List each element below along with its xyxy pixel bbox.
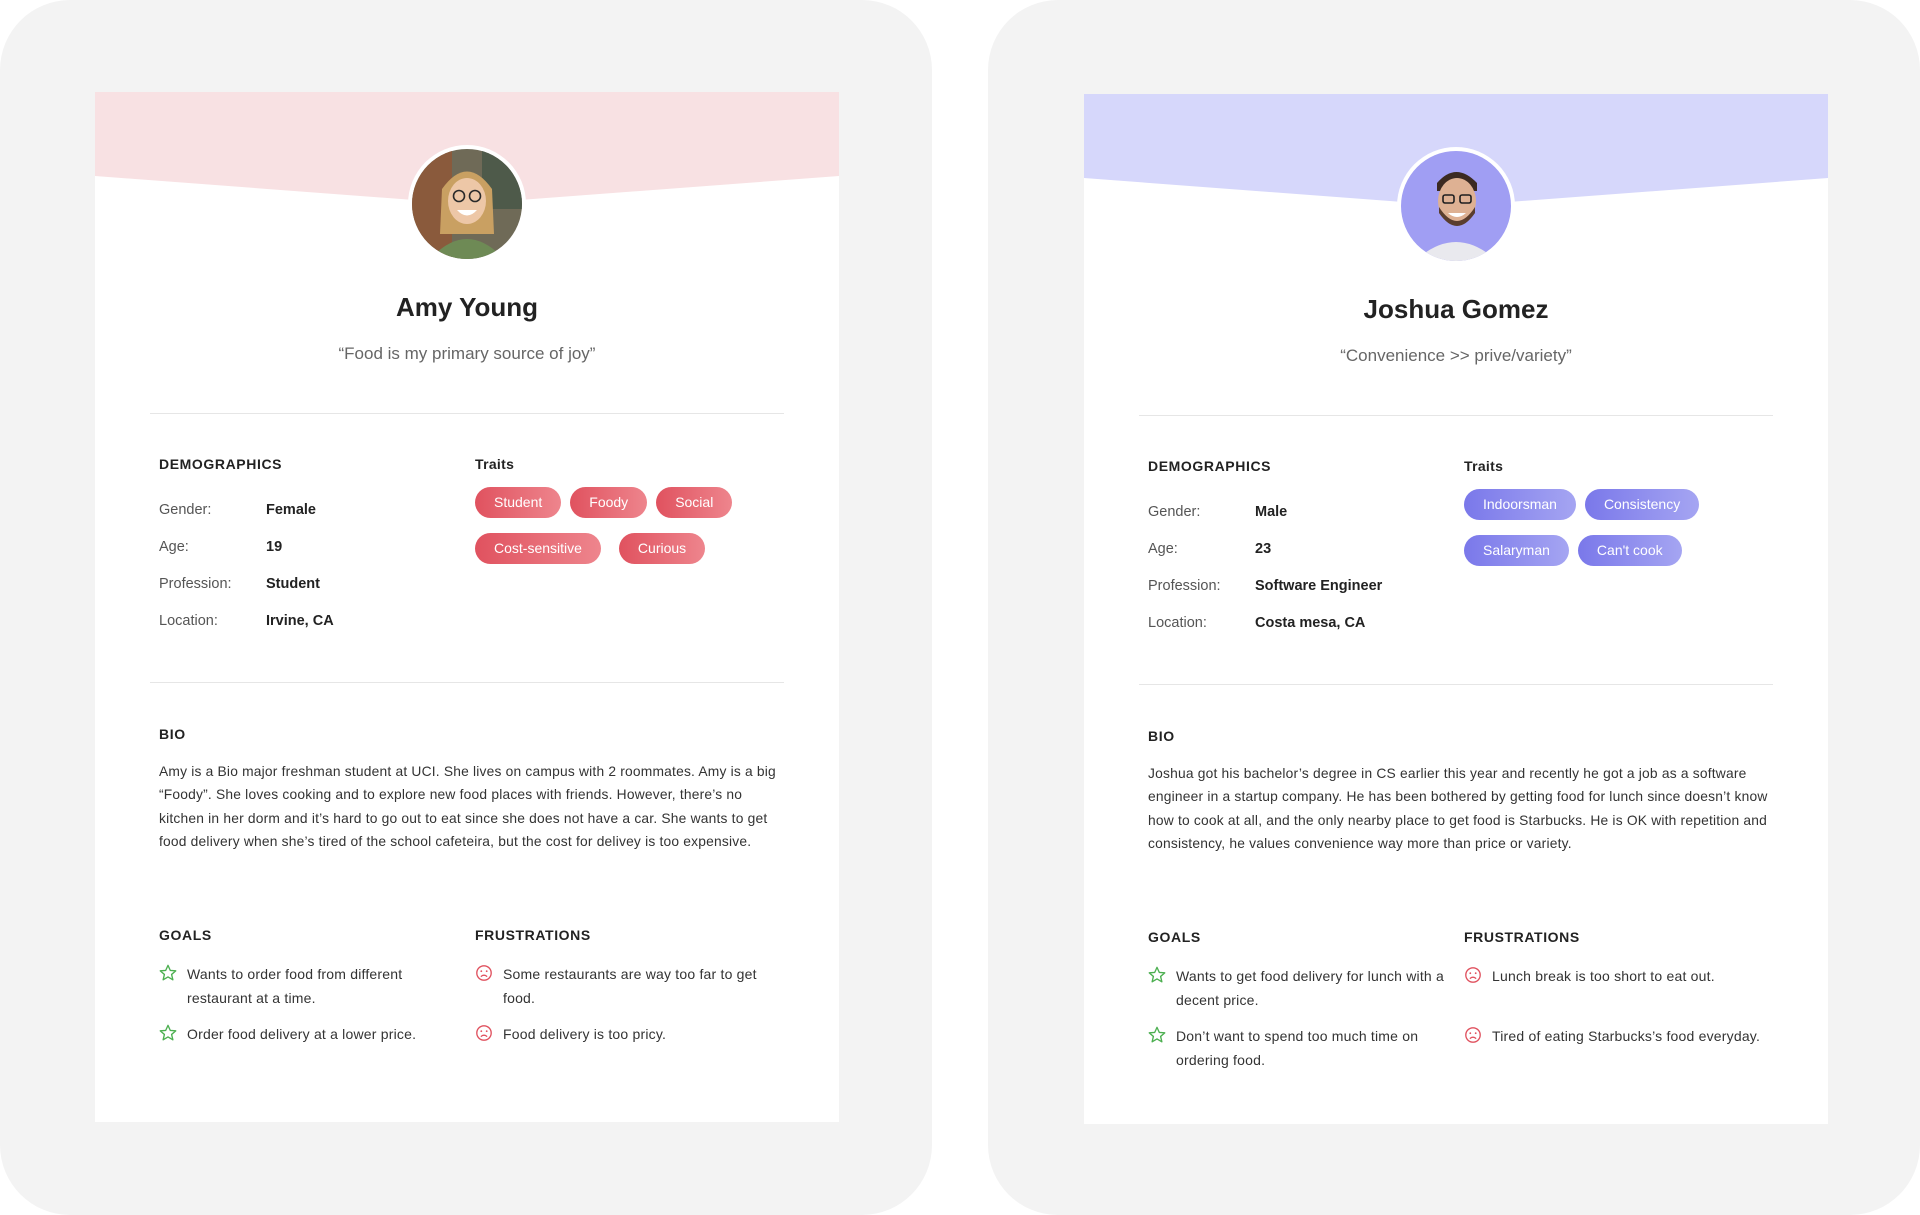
demographic-label: Profession: <box>1148 578 1221 594</box>
goal-text: Don’t want to spend too much time on ord… <box>1176 1028 1419 1068</box>
star-outline-icon <box>159 964 177 981</box>
frustration-text: Some restaurants are way too far to get … <box>503 966 757 1006</box>
persona-card: Amy Young “Food is my primary source of … <box>95 92 839 1122</box>
persona-card: Joshua Gomez “Convenience >> prive/varie… <box>1084 94 1828 1124</box>
trait-pill: Salaryman <box>1464 535 1569 566</box>
demographic-value: Costa mesa, CA <box>1255 615 1366 631</box>
demographic-label: Age: <box>159 539 189 555</box>
persona-quote: “Convenience >> prive/variety” <box>1340 346 1572 365</box>
demographic-value: Female <box>266 502 316 518</box>
trait-pill: Student <box>475 487 562 518</box>
trait-pill: Cost-sensitive <box>475 533 601 564</box>
star-outline-icon <box>1148 1026 1166 1043</box>
frustrations-title: FRUSTRATIONS <box>1464 929 1580 945</box>
trait-pill: Social <box>656 487 733 518</box>
trait-pill: Curious <box>618 533 706 564</box>
divider <box>1139 684 1773 685</box>
divider <box>1139 415 1773 416</box>
bio-title: BIO <box>159 726 186 742</box>
goal-text: Wants to order food from different resta… <box>187 966 403 1006</box>
sad-face-icon <box>1465 1027 1481 1043</box>
frustration-text: Lunch break is too short to eat out. <box>1492 968 1715 984</box>
avatar <box>408 145 526 263</box>
demographics-title: DEMOGRAPHICS <box>159 456 283 472</box>
demographics-title: DEMOGRAPHICS <box>1148 458 1272 474</box>
demographic-value: 19 <box>266 539 283 555</box>
bio-text: Amy is a Bio major freshman student at U… <box>159 764 776 849</box>
persona-frame-amy: Amy Young “Food is my primary source of … <box>0 0 932 1215</box>
persona-name: Amy Young <box>395 292 539 322</box>
divider <box>150 682 784 683</box>
sad-face-icon <box>1465 967 1481 983</box>
frustrations-title: FRUSTRATIONS <box>475 927 591 943</box>
persona-name: Joshua Gomez <box>1363 294 1549 324</box>
demographic-value: 23 <box>1255 541 1272 557</box>
demographic-label: Gender: <box>159 502 212 518</box>
traits-list: Student Foody Social Cost-sensitive Curi… <box>475 487 795 564</box>
demographic-label: Profession: <box>159 576 232 592</box>
demographic-value: Software Engineer <box>1255 578 1383 594</box>
trait-pill: Can't cook <box>1577 535 1682 566</box>
traits-title: Traits <box>475 456 515 472</box>
persona-quote: “Food is my primary source of joy” <box>338 344 596 363</box>
trait-pill: Indoorsman <box>1464 489 1576 520</box>
demographic-label: Age: <box>1148 541 1178 557</box>
goals-title: GOALS <box>1148 929 1201 945</box>
frustration-text: Food delivery is too pricy. <box>503 1026 667 1042</box>
star-outline-icon <box>159 1024 177 1041</box>
star-outline-icon <box>1148 966 1166 983</box>
goals-title: GOALS <box>159 927 212 943</box>
bio-text: Joshua got his bachelor’s degree in CS e… <box>1148 766 1768 851</box>
trait-pill: Consistency <box>1584 489 1700 520</box>
divider <box>150 413 784 414</box>
bio-title: BIO <box>1148 728 1175 744</box>
goal-text: Wants to get food delivery for lunch wit… <box>1176 968 1444 1008</box>
trait-pill: Foody <box>570 487 648 518</box>
avatar <box>1397 147 1515 265</box>
traits-title: Traits <box>1464 458 1504 474</box>
traits-list: Indoorsman Consistency Salaryman Can't c… <box>1464 489 1784 566</box>
frustration-text: Tired of eating Starbucks’s food everyda… <box>1492 1028 1761 1044</box>
goal-text: Order food delivery at a lower price. <box>187 1026 417 1042</box>
demographic-value: Student <box>266 576 320 592</box>
demographic-value: Male <box>1255 504 1288 520</box>
demographic-label: Location: <box>1148 615 1207 631</box>
demographic-label: Location: <box>159 613 218 629</box>
sad-face-icon <box>476 1025 492 1041</box>
demographic-value: Irvine, CA <box>266 613 334 629</box>
demographic-label: Gender: <box>1148 504 1201 520</box>
persona-frame-joshua: Joshua Gomez “Convenience >> prive/varie… <box>988 0 1920 1215</box>
sad-face-icon <box>476 965 492 981</box>
